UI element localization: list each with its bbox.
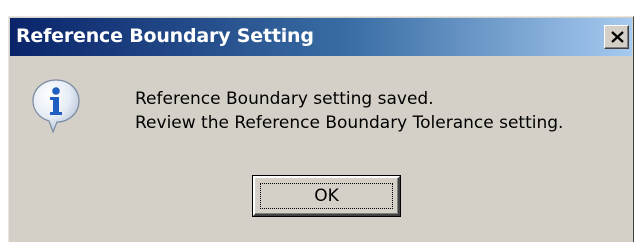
ok-button-label: OK: [314, 186, 339, 206]
message-line-2: Review the Reference Boundary Tolerance …: [135, 113, 564, 133]
info-icon: [32, 79, 80, 134]
ok-button[interactable]: OK: [253, 176, 400, 216]
message-dialog: Reference Boundary Setting Reference Bou…: [8, 16, 634, 242]
title-bar[interactable]: Reference Boundary Setting: [10, 18, 632, 56]
message-text: Reference Boundary setting saved. Review…: [135, 87, 563, 135]
message-line-1: Reference Boundary setting saved.: [135, 89, 434, 109]
window-title: Reference Boundary Setting: [16, 25, 314, 47]
close-button[interactable]: [604, 25, 629, 49]
close-icon: [611, 31, 624, 43]
